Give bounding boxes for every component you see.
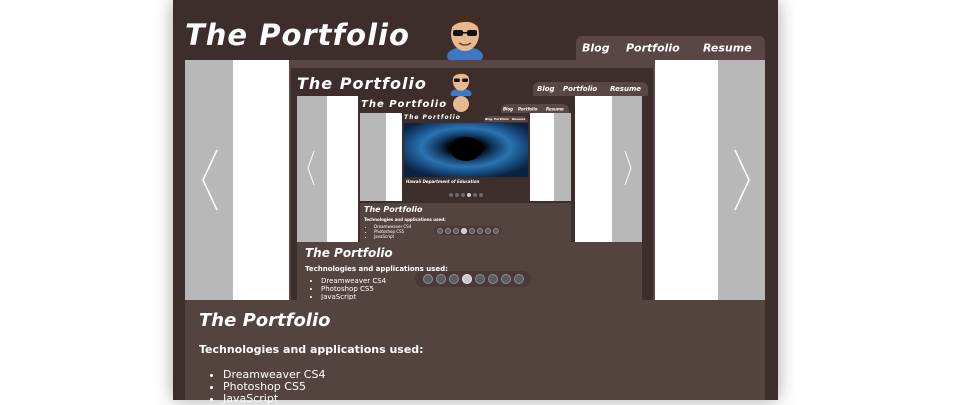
avatar-icon <box>447 16 483 60</box>
level2-nav-portfolio: Portfolio <box>518 106 538 111</box>
nested-nav-portfolio: Portfolio <box>563 85 598 93</box>
slider-dot[interactable] <box>445 227 451 234</box>
slider-dot[interactable] <box>487 274 498 284</box>
level2-avatar-icon <box>453 96 469 112</box>
level2-nav-blog: Blog <box>503 106 514 111</box>
nested-site-title: The Portfolio <box>297 74 427 93</box>
level3-nav: Blog Portfolio Resume <box>484 116 528 122</box>
nested-nav-blog: Blog <box>537 85 555 93</box>
nested-chevron-left-icon <box>307 150 315 186</box>
slider-dot[interactable] <box>461 274 472 284</box>
slider: The Portfolio Blog Portfolio Resume The … <box>185 60 765 301</box>
slider-dot[interactable] <box>500 274 511 284</box>
project-info: The Portfolio Technologies and applicati… <box>185 300 765 405</box>
nav-item-blog[interactable]: Blog <box>582 42 610 55</box>
slider-dot[interactable] <box>474 274 485 284</box>
slide-screenshot-level2: The Portfolio Blog Portfolio Resume The … <box>358 96 573 242</box>
level2-dots <box>434 226 502 235</box>
level3-nav-resume: Resume <box>512 117 526 121</box>
nav-item-resume[interactable]: Resume <box>703 42 752 55</box>
slider-dot[interactable] <box>453 227 459 234</box>
slider-dot[interactable] <box>493 227 499 234</box>
tech-item: JavaScript <box>223 393 751 405</box>
nested-nav: Blog Portfolio Resume <box>533 82 648 96</box>
site-title[interactable]: The Portfolio <box>185 18 410 52</box>
slider-dot[interactable] <box>477 227 483 234</box>
slider-dot[interactable] <box>469 227 475 234</box>
nested-avatar-icon <box>450 70 472 96</box>
nested-project-title-h2: The Portfolio <box>305 246 393 260</box>
slider-dot[interactable] <box>485 227 491 234</box>
slider-dot[interactable] <box>461 227 467 234</box>
tech-item: Photoshop CS5 <box>223 381 751 393</box>
level2-site-title: The Portfolio <box>361 99 448 110</box>
slider-dot[interactable] <box>448 274 459 284</box>
level3-nav-portfolio: Portfolio <box>494 117 509 121</box>
page-container: The Portfolio Blog Portfolio Resume The … <box>173 0 778 405</box>
slide-screenshot-level3: The Portfolio Blog Portfolio Resume Hawa… <box>402 113 530 203</box>
slide-screenshot: The Portfolio Blog Portfolio Resume The … <box>291 68 653 301</box>
level2-nav: Blog Portfolio Resume <box>501 104 569 113</box>
level2-tech-heading: Technologies and applications used: <box>364 217 446 222</box>
nav-item-portfolio[interactable]: Portfolio <box>626 42 680 55</box>
project-title: The Portfolio <box>199 310 331 331</box>
level2-prev-gray <box>360 113 386 201</box>
level2-next-gray <box>554 113 571 201</box>
nested-project-title: Hawaii Department of Education <box>406 179 480 184</box>
slider-dot[interactable] <box>437 227 443 234</box>
slider-dot[interactable] <box>435 274 446 284</box>
main-nav: Blog Portfolio Resume <box>576 36 765 60</box>
black-hole-image <box>404 123 528 177</box>
tech-heading: Technologies and applications used: <box>199 343 424 356</box>
level2-next-white <box>530 113 554 201</box>
level2-info: The Portfolio Technologies and applicati… <box>360 203 571 242</box>
nested-next-white <box>575 96 612 242</box>
slider-next-white-panel <box>655 60 718 300</box>
level2-prev-white <box>386 113 402 201</box>
chevron-right-icon[interactable] <box>733 148 751 212</box>
chevron-left-icon[interactable] <box>201 148 219 212</box>
level3-site-title: The Portfolio <box>404 114 461 121</box>
nested-prev-white <box>327 96 360 242</box>
slider-prev-white-panel <box>233 60 289 300</box>
slider-dot[interactable] <box>513 274 524 284</box>
level3-dots <box>446 193 486 199</box>
nested-dots <box>415 271 531 287</box>
level2-nav-resume: Resume <box>546 106 564 111</box>
level2-project-title: The Portfolio <box>364 205 423 214</box>
slider-dot[interactable] <box>422 274 433 284</box>
level3-nav-blog: Blog <box>485 117 493 121</box>
nested-chevron-right-icon <box>624 150 632 186</box>
nested-nav-resume: Resume <box>610 85 641 93</box>
